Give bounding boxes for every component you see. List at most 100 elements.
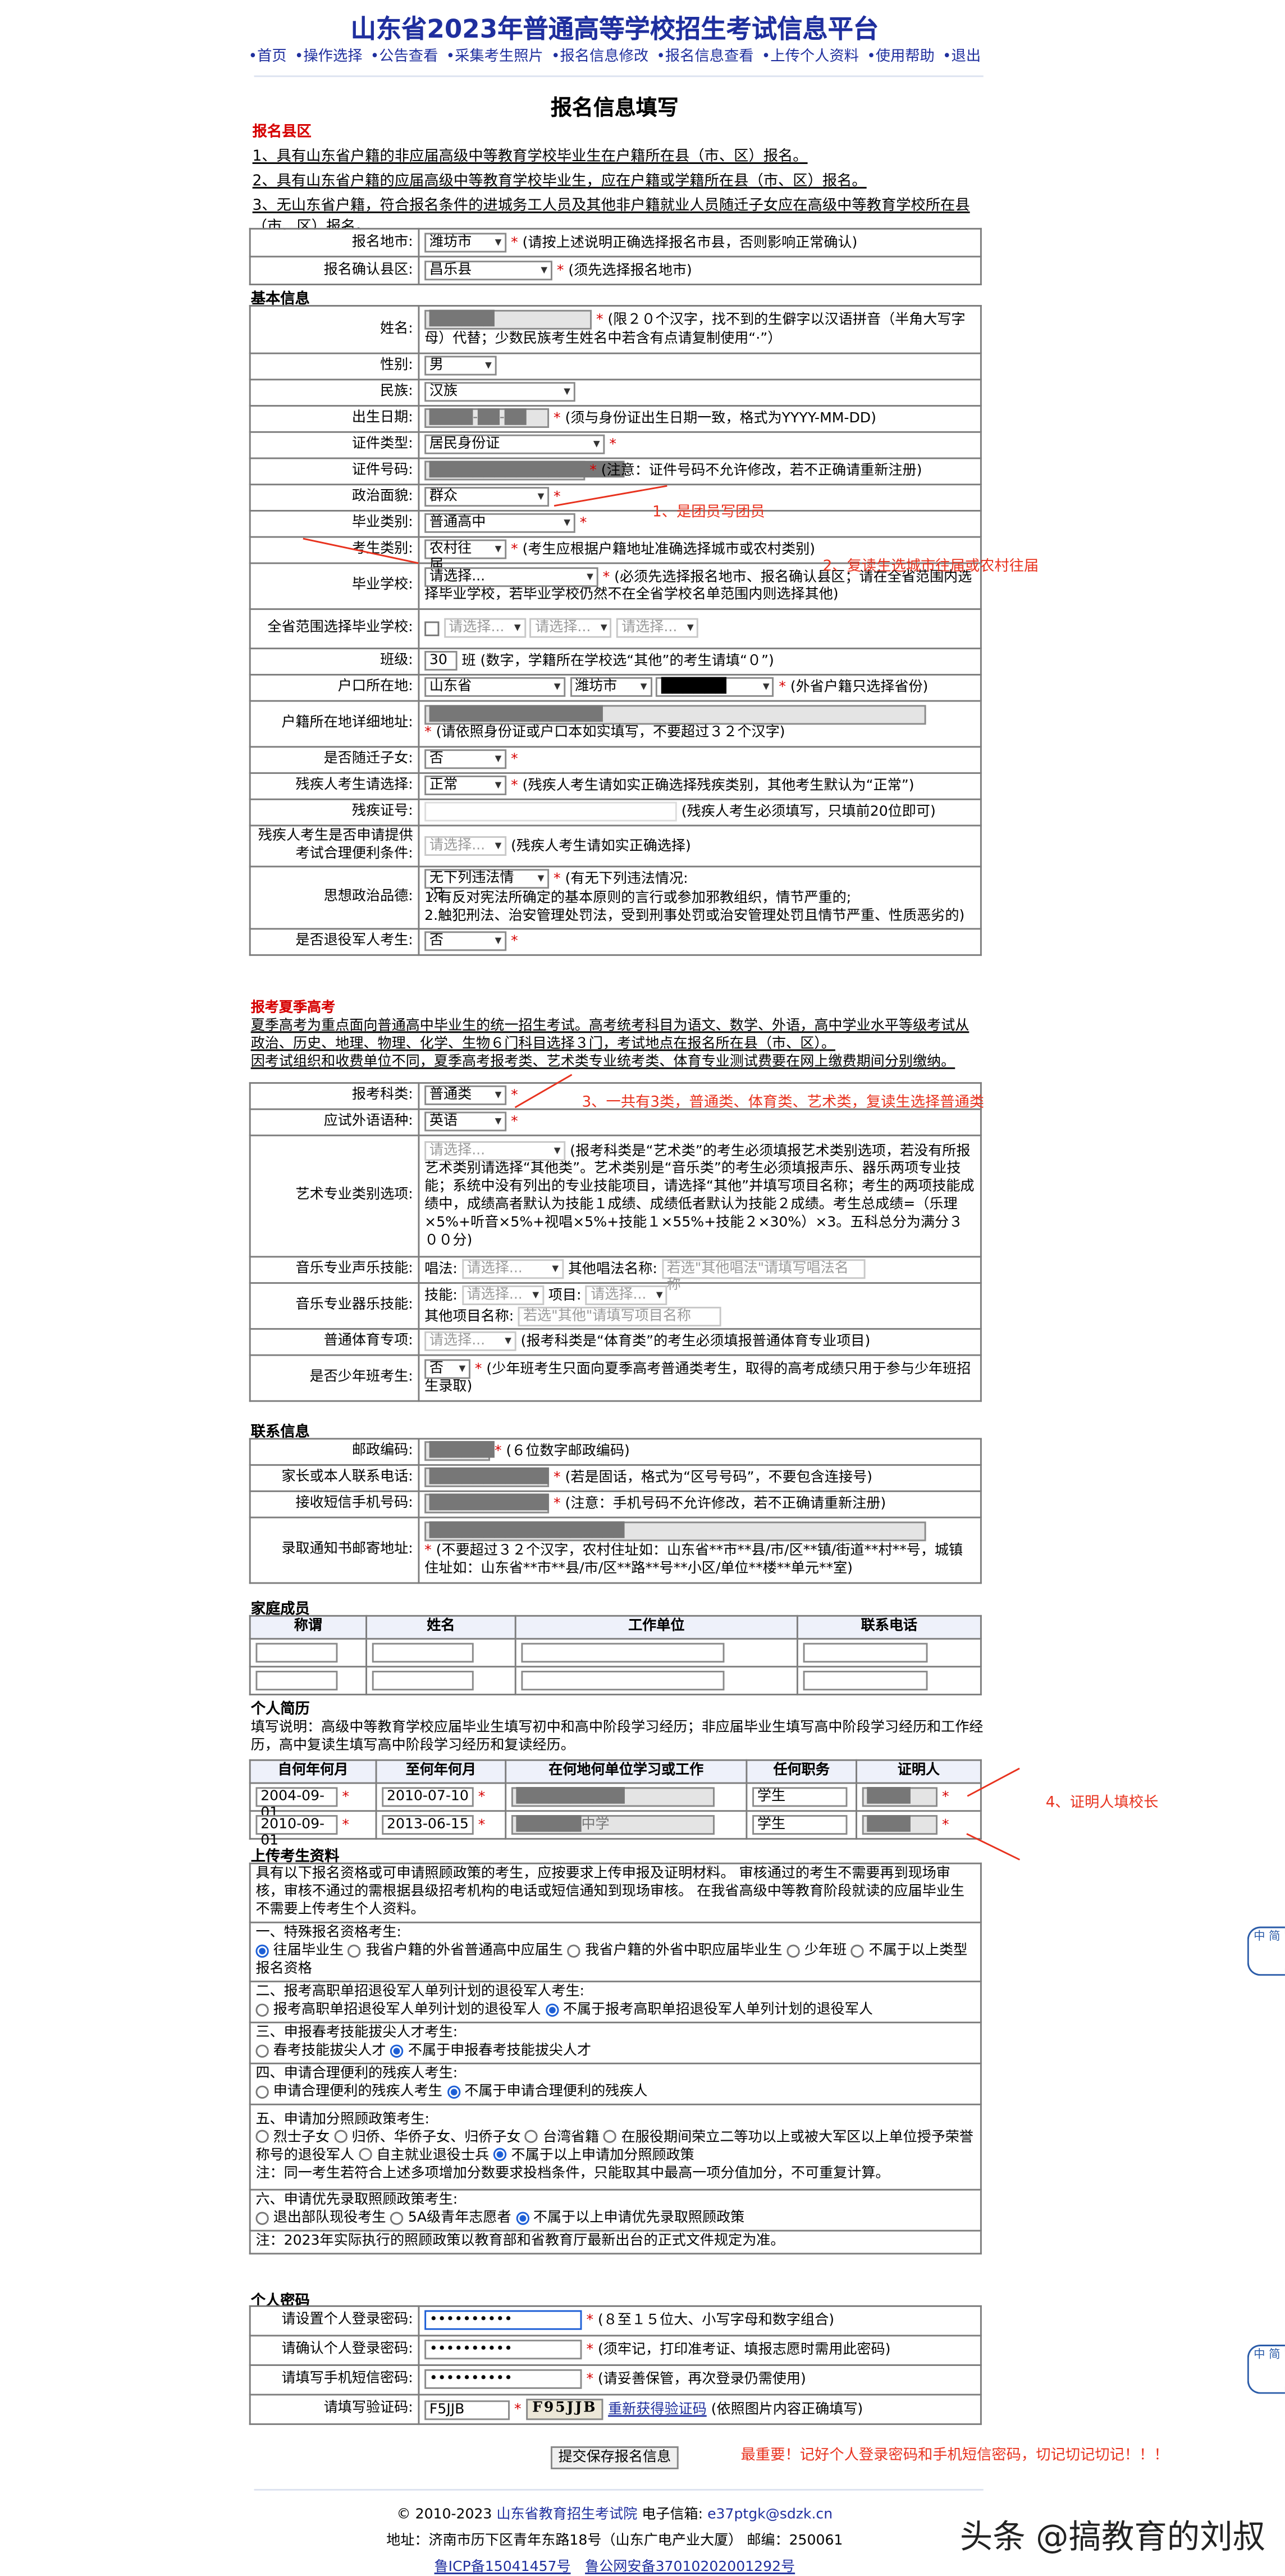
g4-radio-1[interactable] <box>255 2085 269 2098</box>
g1-radio-1[interactable] <box>255 1944 269 1957</box>
family-relation-input[interactable] <box>255 1642 338 1662</box>
family-work-input[interactable] <box>521 1670 725 1690</box>
resume-from-input[interactable]: 2004-09-01 <box>255 1786 338 1821</box>
captcha-refresh-link[interactable]: 重新获得验证码 <box>608 2402 707 2418</box>
g3-radio-1[interactable] <box>255 2044 269 2057</box>
g6-radio-3[interactable] <box>515 2211 529 2224</box>
music-inst-select[interactable]: 请选择... <box>461 1285 544 1306</box>
migrant-select[interactable]: 否 <box>424 749 507 770</box>
city-select[interactable]: 潍坊市 <box>424 232 507 252</box>
g5-radio-2[interactable] <box>334 2130 347 2143</box>
resume-witness-input[interactable]: ████ <box>862 1786 938 1807</box>
allschool-select-2[interactable]: 请选择... <box>530 618 612 639</box>
disneed-select[interactable]: 请选择... <box>424 836 507 856</box>
hukou-county-select[interactable]: ██████ <box>656 677 775 697</box>
g6-radio-1[interactable] <box>255 2211 269 2224</box>
mail-input[interactable]: ██████████████████ <box>424 1522 926 1542</box>
school-select[interactable]: 请选择... <box>424 567 598 587</box>
zip-input[interactable]: ██████ <box>424 1442 495 1462</box>
family-phone-input[interactable] <box>803 1670 928 1690</box>
footer-police-link[interactable]: 鲁公网安备37010202001292号 <box>585 2559 795 2575</box>
g1-radio-2[interactable] <box>348 1944 362 1957</box>
allschool-select-1[interactable]: 请选择... <box>443 618 526 639</box>
hukou-city-select[interactable]: 潍坊市 <box>570 677 652 697</box>
music-vocal-select[interactable]: 请选择... <box>461 1259 564 1280</box>
nav-photo[interactable]: •采集考生照片 <box>446 49 543 66</box>
g3-radio-2[interactable] <box>390 2044 404 2057</box>
g2-radio-2[interactable] <box>545 2003 559 2016</box>
g1-radio-5[interactable] <box>851 1944 865 1957</box>
nav-view[interactable]: •报名信息查看 <box>656 49 753 66</box>
phone-input[interactable]: ███████████ <box>424 1467 550 1488</box>
idtype-select[interactable]: 居民身份证 <box>424 435 605 455</box>
music-vocal-other-input[interactable]: 若选"其他唱法"请填写唱法名称 <box>661 1259 865 1294</box>
music-inst-item-select[interactable]: 请选择... <box>586 1285 668 1306</box>
pwd-input[interactable]: •••••••••• <box>424 2310 582 2331</box>
veteran-select[interactable]: 否 <box>424 932 507 952</box>
footer-icp-link[interactable]: 鲁ICP备15041457号 <box>435 2559 571 2575</box>
resume-unit-input[interactable]: ██████中学 <box>511 1814 715 1835</box>
g1-radio-4[interactable] <box>786 1944 800 1957</box>
political-select[interactable]: 群众 <box>424 487 550 507</box>
youth-select[interactable]: 否 <box>424 1358 470 1379</box>
resume-unit-input[interactable]: ██████████ <box>511 1786 715 1807</box>
music-inst-other-input[interactable]: 若选"其他"请填写项目名称 <box>518 1306 722 1326</box>
nav-operation[interactable]: •操作选择 <box>295 49 363 66</box>
nav-help[interactable]: •使用帮助 <box>867 49 935 66</box>
g4-radio-2[interactable] <box>446 2085 460 2098</box>
g5-radio-4[interactable] <box>603 2130 617 2143</box>
resume-post-input[interactable]: 学生 <box>752 1814 848 1835</box>
hukou-addr-input[interactable]: ████████████████ <box>424 704 926 724</box>
g5-radio-1[interactable] <box>255 2130 269 2143</box>
lang-select[interactable]: 英语 <box>424 1112 507 1132</box>
g2-radio-1[interactable] <box>255 2003 269 2016</box>
g5-radio-3[interactable] <box>525 2130 538 2143</box>
family-phone-input[interactable] <box>803 1642 928 1662</box>
name-input[interactable]: ██████ <box>424 310 592 330</box>
footer-org-link[interactable]: 山东省教育招生考试院 <box>496 2507 637 2523</box>
nav-modify[interactable]: •报名信息修改 <box>551 49 648 66</box>
resume-post-input[interactable]: 学生 <box>752 1786 848 1807</box>
gender-select[interactable]: 男 <box>424 356 497 376</box>
art-select[interactable]: 请选择... <box>424 1141 566 1161</box>
county-select[interactable]: 昌乐县 <box>424 260 552 280</box>
g1-radio-3[interactable] <box>567 1944 581 1957</box>
sport-select[interactable]: 请选择... <box>424 1332 516 1352</box>
sms-phone-input[interactable]: ███████████ <box>424 1494 550 1514</box>
hukou-province-select[interactable]: 山东省 <box>424 677 566 697</box>
nav-upload[interactable]: •上传个人资料 <box>762 49 859 66</box>
class-input[interactable]: 30 <box>424 651 458 671</box>
family-name-input[interactable] <box>372 1642 474 1662</box>
captcha-input[interactable]: F5JJB <box>424 2399 510 2419</box>
disabled-select[interactable]: 正常 <box>424 776 507 796</box>
gradtype-select[interactable]: 普通高中 <box>424 513 575 534</box>
footer-email-link[interactable]: e37ptgk@sdzk.cn <box>707 2507 833 2523</box>
allschool-checkbox[interactable] <box>424 621 440 636</box>
subject-select[interactable]: 普通类 <box>424 1086 507 1106</box>
sms-pwd-input[interactable]: •••••••••• <box>424 2369 582 2390</box>
resume-to-input[interactable]: 2010-07-10 <box>382 1786 474 1807</box>
side-lang-tab-1[interactable]: 中 简 <box>1247 1926 1285 1976</box>
resume-from-input[interactable]: 2010-09-01 <box>255 1814 338 1849</box>
nav-notice[interactable]: •公告查看 <box>371 49 438 66</box>
family-relation-input[interactable] <box>255 1670 338 1690</box>
idno-input[interactable]: ██████████████████ <box>424 461 624 481</box>
allschool-select-3[interactable]: 请选择... <box>616 618 699 639</box>
confirm-input[interactable]: •••••••••• <box>424 2340 582 2360</box>
resume-witness-input[interactable]: ████ <box>862 1814 938 1835</box>
family-name-input[interactable] <box>372 1670 474 1690</box>
g5-radio-5[interactable] <box>359 2148 372 2162</box>
nav-home[interactable]: •首页 <box>249 49 287 66</box>
side-lang-tab-2[interactable]: 中 简 <box>1247 2345 1285 2394</box>
g6-radio-2[interactable] <box>390 2211 404 2224</box>
moral-select[interactable]: 无下列违法情况 <box>424 869 550 904</box>
resume-to-input[interactable]: 2013-06-15 <box>382 1814 474 1835</box>
g5-radio-6[interactable] <box>493 2148 507 2162</box>
family-work-input[interactable] <box>521 1642 725 1662</box>
nav-logout[interactable]: •退出 <box>943 49 981 66</box>
discard-input[interactable] <box>424 802 677 822</box>
birth-input[interactable]: ████-██-██ <box>424 408 550 428</box>
ethnic-select[interactable]: 汉族 <box>424 382 575 403</box>
submit-button[interactable]: 提交保存报名信息 <box>550 2446 679 2469</box>
examtype-select[interactable]: 农村往届 <box>424 540 507 575</box>
